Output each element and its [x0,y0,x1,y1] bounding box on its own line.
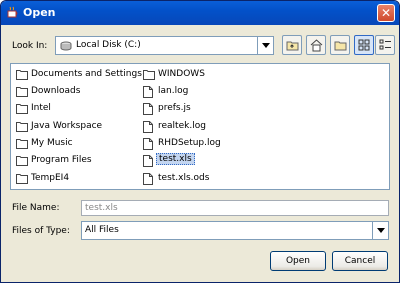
file-icon [143,155,153,167]
look-in-label: Look In: [12,41,48,51]
list-view-icon [358,39,370,51]
file-icon [143,121,153,133]
details-view-button[interactable] [375,35,395,55]
folder-icon [16,70,28,80]
folder-icon [16,139,28,149]
list-item-label: Documents and Settings [31,69,142,79]
folder-icon [16,156,28,166]
file-list[interactable]: Documents and Settings Downloads Intel J… [10,63,390,190]
open-dialog: Open ✕ Look In: Local Disk (C:) Document… [0,0,400,283]
hard-disk-icon [60,41,72,51]
folder-icon [16,87,28,97]
new-folder-button[interactable] [330,35,350,55]
title-bar[interactable]: Open ✕ [1,1,399,25]
list-item-label: WINDOWS [158,69,205,79]
list-item-label: RHDSetup.log [158,138,221,148]
folder-icon [143,70,155,80]
file-icon [143,138,153,150]
file-type-label: Files of Type: [12,226,70,236]
file-icon [143,103,153,115]
cancel-button[interactable]: Cancel [332,251,388,271]
window-title: Open [23,6,56,19]
folder-icon [16,104,28,114]
up-one-level-button[interactable] [282,35,302,55]
list-item-label: TempEI4 [31,173,70,183]
details-view-icon [379,39,391,50]
chevron-down-icon[interactable] [372,222,388,239]
look-in-combo[interactable]: Local Disk (C:) [55,36,274,55]
list-item-label: Java Workspace [31,121,103,131]
list-view-button[interactable] [354,35,374,55]
list-item-label: Program Files [31,155,92,165]
list-item-label: My Music [31,138,73,148]
new-folder-icon [334,41,347,51]
file-icon [143,173,153,185]
folder-up-icon [286,41,299,51]
home-button[interactable] [306,35,326,55]
list-item-label: lan.log [158,86,189,96]
list-item-label: Downloads [31,86,81,96]
file-name-label: File Name: [12,203,60,213]
file-name-input[interactable] [82,201,388,215]
java-cup-icon [7,6,18,18]
file-type-combo[interactable]: All Files [81,221,389,240]
file-icon [143,86,153,98]
list-item-label: test.xls [156,153,195,165]
chevron-down-icon[interactable] [257,37,273,54]
list-item-label: prefs.js [158,103,191,113]
home-icon [310,39,323,52]
file-name-field[interactable] [81,200,389,216]
file-type-value: All Files [85,225,119,235]
folder-icon [16,174,28,184]
list-item-label: realtek.log [158,121,206,131]
look-in-value: Local Disk (C:) [76,40,141,50]
open-button[interactable]: Open [270,251,326,271]
list-item-label: Intel [31,103,51,113]
folder-icon [16,122,28,132]
close-button[interactable]: ✕ [377,4,395,22]
list-item-label: test.xls.ods [158,173,210,183]
